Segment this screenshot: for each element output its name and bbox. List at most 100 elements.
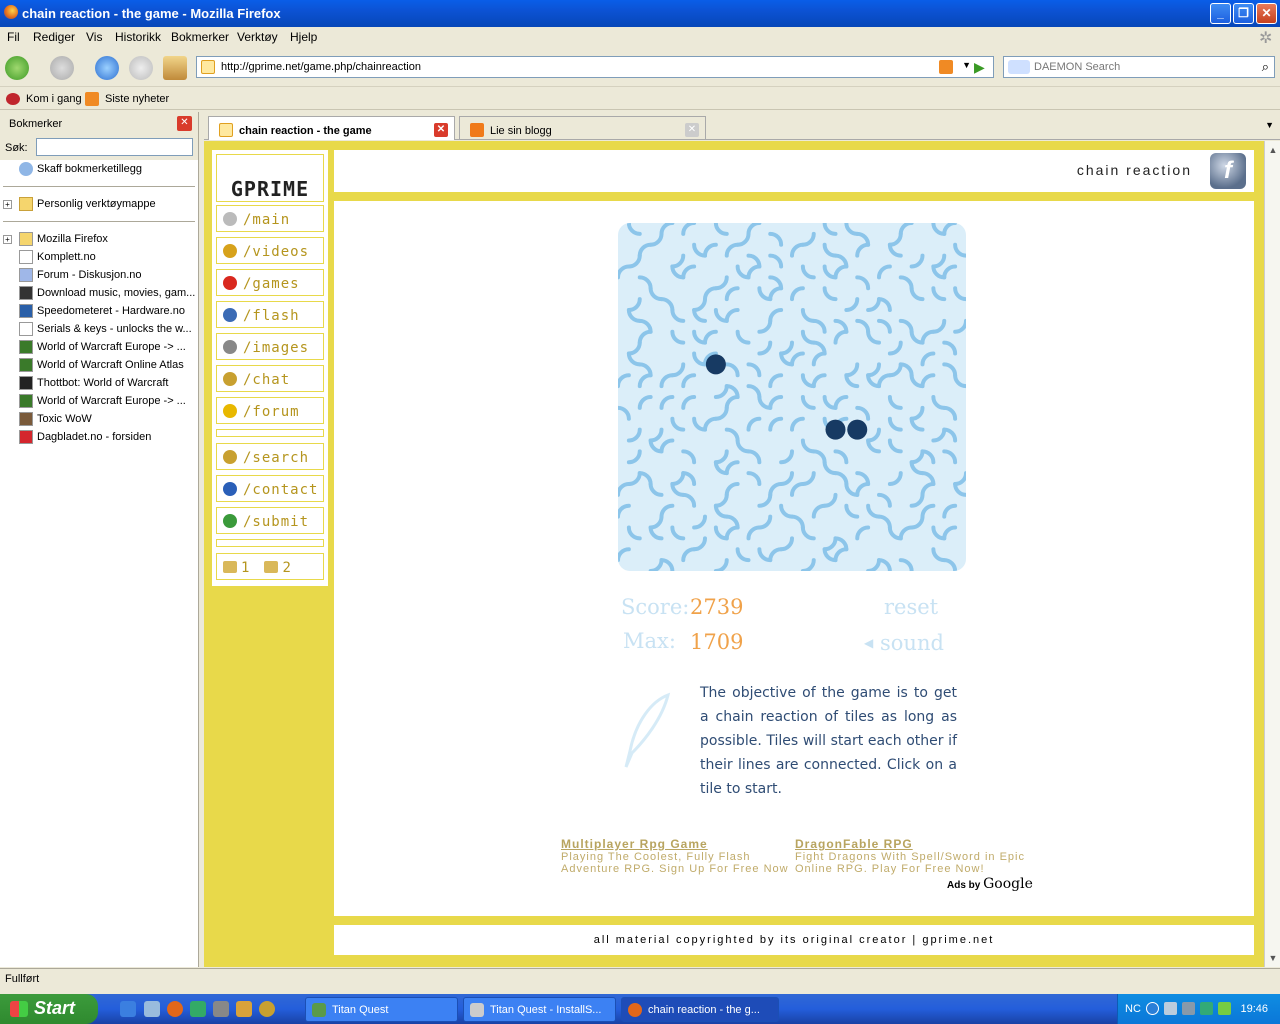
menu-fil[interactable]: Fil xyxy=(7,30,20,44)
tile[interactable] xyxy=(953,471,966,486)
tile[interactable] xyxy=(909,405,925,421)
url-text[interactable]: http://gprime.net/game.php/chainreaction xyxy=(221,61,421,73)
tile[interactable] xyxy=(898,525,914,541)
tile[interactable] xyxy=(713,492,729,508)
tile[interactable] xyxy=(703,329,718,345)
tile[interactable] xyxy=(822,286,838,302)
tile[interactable] xyxy=(833,449,849,465)
tab-list-icon[interactable]: ▼ xyxy=(1265,120,1274,130)
quicklaunch-wow-icon[interactable] xyxy=(259,1001,275,1017)
tile[interactable] xyxy=(746,362,762,378)
tile[interactable] xyxy=(887,438,903,454)
tile[interactable] xyxy=(648,525,664,541)
tile[interactable] xyxy=(637,329,653,345)
site-nav-contact[interactable]: /contact xyxy=(216,475,324,502)
tile[interactable] xyxy=(909,492,925,508)
tile[interactable] xyxy=(626,223,642,236)
sidebar-bookmark-item[interactable]: Download music, movies, gam... xyxy=(0,284,198,302)
tray-network-icon[interactable] xyxy=(1164,1002,1177,1015)
tile[interactable] xyxy=(626,351,642,367)
tile[interactable] xyxy=(724,308,740,323)
tile[interactable] xyxy=(670,308,686,323)
tile[interactable] xyxy=(757,514,773,530)
tile[interactable] xyxy=(779,471,794,486)
tile[interactable] xyxy=(942,362,958,378)
tile[interactable] xyxy=(692,536,707,552)
tile[interactable] xyxy=(713,405,729,421)
reset-button[interactable]: reset xyxy=(884,595,938,619)
url-bar[interactable]: http://gprime.net/game.php/chainreaction… xyxy=(196,56,994,78)
page-link-2[interactable]: 2 xyxy=(264,560,291,576)
tile[interactable] xyxy=(877,318,892,334)
tile[interactable] xyxy=(637,275,653,291)
tile[interactable] xyxy=(866,558,881,571)
tile[interactable] xyxy=(811,503,827,519)
tile[interactable] xyxy=(942,558,958,571)
tile[interactable] xyxy=(724,460,740,476)
tile[interactable] xyxy=(779,340,794,356)
tile[interactable] xyxy=(768,547,784,563)
tile[interactable] xyxy=(822,492,838,508)
page-link-1[interactable]: 1 xyxy=(223,560,250,576)
tile[interactable] xyxy=(866,427,881,443)
tile[interactable] xyxy=(659,503,675,519)
tile[interactable] xyxy=(724,286,740,302)
site-nav-main[interactable]: /main xyxy=(216,205,324,232)
tab-lie-sin-blogg[interactable]: Lie sin blogg ✕ xyxy=(459,116,706,140)
tile[interactable] xyxy=(724,242,740,258)
start-button[interactable]: Start xyxy=(0,994,98,1024)
tile[interactable] xyxy=(768,286,784,302)
tile[interactable] xyxy=(692,297,707,312)
quicklaunch-tool-icon[interactable] xyxy=(236,1001,252,1017)
tile[interactable] xyxy=(681,395,697,410)
sidebar-bookmark-item[interactable]: + Mozilla Firefox xyxy=(0,230,198,248)
tile[interactable] xyxy=(953,242,966,258)
tile[interactable] xyxy=(942,405,958,421)
tile[interactable] xyxy=(724,395,740,410)
quicklaunch-ie-icon[interactable] xyxy=(120,1001,136,1017)
bookmark-kom-i-gang[interactable]: Kom i gang xyxy=(26,93,82,105)
tile[interactable] xyxy=(648,558,664,571)
tile[interactable] xyxy=(942,264,958,280)
tile[interactable] xyxy=(866,362,881,378)
tile[interactable] xyxy=(724,482,740,497)
tile[interactable] xyxy=(931,286,947,302)
tile[interactable] xyxy=(637,395,653,410)
tile[interactable] xyxy=(822,242,838,258)
tile[interactable] xyxy=(779,449,794,465)
tile[interactable] xyxy=(681,492,697,508)
tile[interactable] xyxy=(659,395,675,410)
tile[interactable] xyxy=(909,449,925,465)
tile[interactable] xyxy=(790,351,805,367)
tile[interactable] xyxy=(790,514,805,530)
tile[interactable] xyxy=(855,405,871,421)
tile[interactable] xyxy=(822,460,838,476)
tile[interactable] xyxy=(724,362,740,378)
speaker-icon[interactable]: ◀ xyxy=(864,636,873,650)
tile[interactable] xyxy=(626,525,642,541)
sidebar-item-addons[interactable]: Skaff bokmerketillegg xyxy=(0,160,198,178)
tile[interactable] xyxy=(844,362,860,378)
tile[interactable] xyxy=(790,482,805,497)
tile[interactable] xyxy=(931,547,947,563)
tile[interactable] xyxy=(909,416,925,432)
taskbar-titan-quest-install[interactable]: Titan Quest - InstallS... xyxy=(463,997,616,1022)
tile[interactable] xyxy=(877,514,892,530)
tile[interactable] xyxy=(953,318,966,334)
tile[interactable] xyxy=(713,558,729,571)
tile[interactable] xyxy=(800,264,816,280)
tile[interactable] xyxy=(768,253,784,269)
tile-grid[interactable] xyxy=(618,223,966,571)
tile[interactable] xyxy=(618,547,631,563)
go-icon[interactable]: ▶ xyxy=(974,59,985,76)
tile[interactable] xyxy=(855,525,871,541)
sidebar-bookmark-item[interactable]: Forum - Diskusjon.no xyxy=(0,266,198,284)
tile[interactable] xyxy=(920,482,936,497)
tile[interactable] xyxy=(746,525,762,541)
game-board[interactable] xyxy=(618,223,966,571)
tile[interactable] xyxy=(768,416,784,432)
tile[interactable] xyxy=(822,536,838,552)
tile[interactable] xyxy=(822,223,838,236)
active-tile[interactable] xyxy=(705,354,726,375)
ads-by-google[interactable]: Ads by Google xyxy=(947,876,1033,892)
